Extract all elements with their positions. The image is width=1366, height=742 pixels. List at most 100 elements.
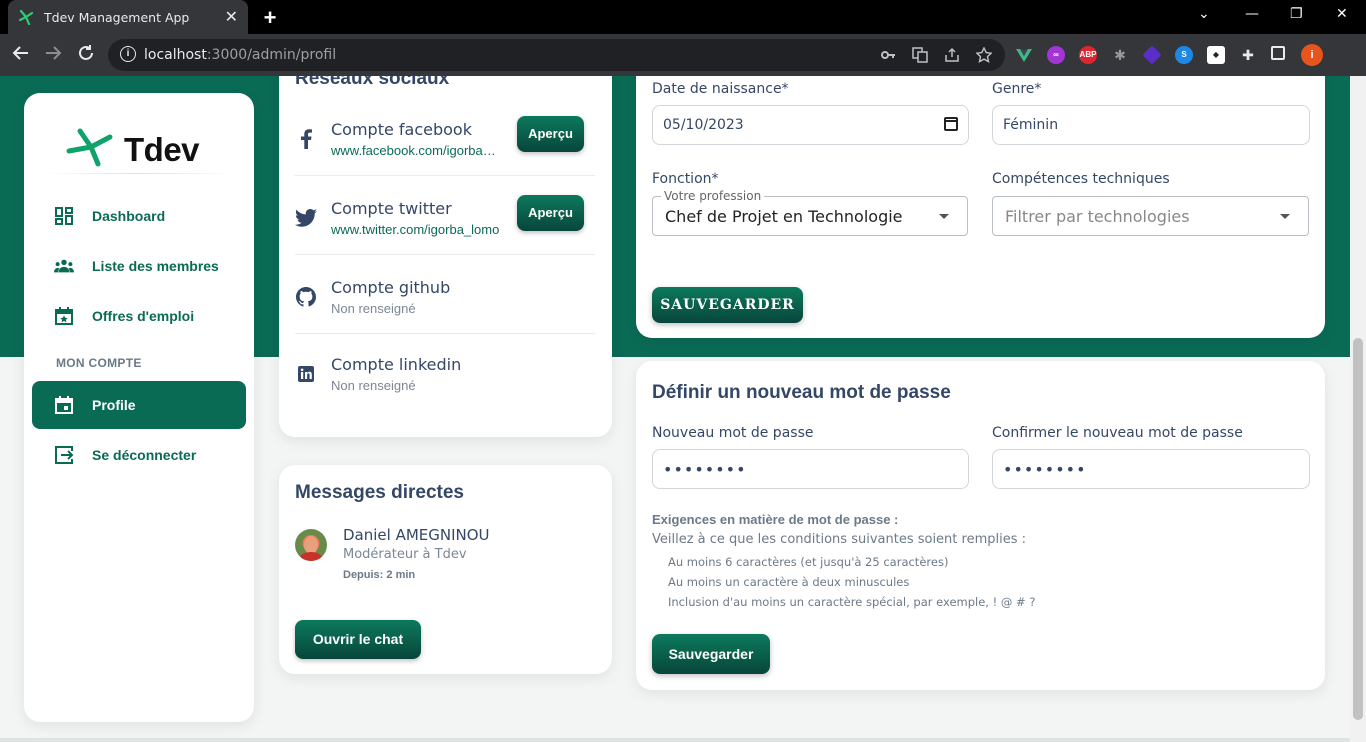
sidebar-item-label: Profile [92,397,136,413]
spider-icon[interactable]: ✱ [1111,46,1129,64]
social-link: Non renseigné [331,301,416,316]
sender-name: Daniel AMEGNINOU [343,526,490,544]
shazam-icon[interactable]: S [1175,46,1193,64]
sidebar-item-logout[interactable]: Se déconnecter [32,431,246,479]
bookmark-star-icon[interactable] [975,46,993,67]
address-bar[interactable]: i localhost:3000/admin/profil [108,39,1005,71]
translate-icon[interactable] [912,47,928,67]
row-divider [295,175,595,176]
page-viewport: Tdev Dashboard Liste des membres Offres … [0,76,1350,742]
social-link[interactable]: www.facebook.com/igorbadjibo [331,143,501,158]
chevron-down-icon [939,214,949,219]
skills-placeholder: Filtrer par technologies [1005,206,1190,226]
sidebar-item-label: Se déconnecter [92,447,197,463]
forward-icon[interactable] [44,44,62,67]
extension-purple-icon[interactable]: ∞ [1047,46,1065,64]
minimize-icon[interactable]: — [1245,6,1259,22]
side-panel-icon[interactable] [1271,46,1285,60]
reload-icon[interactable] [77,44,95,67]
extension-violet-icon[interactable] [1142,45,1162,65]
requirement-item: Au moins un caractère à deux minuscules [668,575,910,589]
browser-tab[interactable]: Tdev Management App ✕ [8,0,248,34]
function-select[interactable]: Votre profession Chef de Projet en Techn… [652,189,968,236]
browser-tabbar: Tdev Management App ✕ + ⌄ — ❐ ✕ [0,0,1366,34]
sidebar-item-label: Liste des membres [92,258,219,274]
function-value: Chef de Projet en Technologie [665,206,903,226]
tdev-logo-icon [66,127,116,172]
close-window-icon[interactable]: ✕ [1336,6,1348,22]
birthdate-field[interactable]: 05/10/2023 [652,105,969,145]
calendar-picker-icon[interactable] [944,117,958,131]
page-scrollbar[interactable] [1350,76,1366,742]
birthdate-value: 05/10/2023 [663,117,744,133]
skills-select[interactable]: Filtrer par technologies [992,196,1309,236]
requirement-item: Inclusion d'au moins un caractère spécia… [668,595,1036,609]
puzzle-icon[interactable]: ✚ [1239,46,1257,64]
requirements-title: Exigences en matière de mot de passe : [652,512,899,527]
requirement-item: Au moins 6 caractères (et jusqu'à 25 car… [668,555,949,569]
gender-value: Féminin [1003,117,1059,133]
sidebar-item-members[interactable]: Liste des membres [32,242,246,290]
adblock-plus-icon[interactable]: ABP [1079,46,1097,64]
new-password-field[interactable]: •••••••• [652,449,969,489]
sidebar-item-job-offers[interactable]: Offres d'emploi [32,292,246,340]
social-row-facebook: Compte facebook www.facebook.com/igorbad… [295,98,595,176]
confirm-password-value: •••••••• [1003,459,1087,479]
messages-title: Messages directes [295,482,464,503]
social-row-github: Compte github Non renseigné [295,256,595,334]
social-card-title: Réseaux sociaux [295,76,450,89]
requirements-subtitle: Veillez à ce que les conditions suivante… [652,532,1027,547]
gender-field[interactable]: Féminin [992,105,1310,145]
tab-close-icon[interactable]: ✕ [225,7,238,27]
profile-avatar-icon[interactable]: i [1301,44,1323,66]
scrollbar-thumb[interactable] [1353,338,1363,720]
new-password-label: Nouveau mot de passe [652,425,814,441]
save-password-button[interactable]: Sauvegarder [652,634,770,674]
save-profile-button[interactable]: SAUVEGARDER [652,287,803,323]
confirm-password-field[interactable]: •••••••• [992,449,1310,489]
sidebar-divider [44,173,234,174]
browser-toolbar: i localhost:3000/admin/profil ∞ ABP ✱ S … [0,34,1366,76]
github-icon [295,286,317,308]
site-info-icon[interactable]: i [120,46,136,62]
social-name: Compte facebook [331,120,472,139]
social-networks-card: Réseaux sociaux Compte facebook www.face… [279,76,612,437]
sidebar-item-profile[interactable]: Profile [32,381,246,429]
new-tab-button[interactable]: + [260,5,280,31]
preview-facebook-button[interactable]: Aperçu [517,116,584,152]
password-card: Définir un nouveau mot de passe Nouveau … [636,361,1325,690]
brand-logo[interactable]: Tdev [66,127,200,172]
password-key-icon[interactable] [880,47,896,67]
sidebar-item-label: Dashboard [92,208,166,224]
social-link: Non renseigné [331,378,416,393]
social-name: Compte linkedin [331,355,462,374]
bottom-strip [0,738,1350,742]
skills-label: Compétences techniques [992,171,1170,187]
facebook-icon [295,128,317,150]
url-text: localhost:3000/admin/profil [144,47,337,63]
linkedin-icon [295,363,317,385]
back-icon[interactable] [12,44,30,67]
open-chat-button[interactable]: Ouvrir le chat [295,620,421,659]
share-icon[interactable] [944,47,960,67]
preview-twitter-button[interactable]: Aperçu [517,195,584,231]
twitter-icon [295,207,317,229]
sidebar-item-dashboard[interactable]: Dashboard [32,192,246,240]
social-link[interactable]: www.twitter.com/igorba_lomo [331,222,501,237]
brand-name: Tdev [124,130,200,168]
extension-box-icon[interactable]: ◆ [1207,46,1225,64]
people-icon [54,256,74,276]
function-legend: Votre profession [661,189,765,203]
calendar-star-icon [54,306,74,326]
avatar [295,529,327,561]
gender-label: Genre* [992,81,1042,97]
calendar-icon [54,395,74,415]
tab-search-icon[interactable]: ⌄ [1198,6,1210,22]
message-time: Depuis: 2 min [343,569,416,581]
logout-icon [54,445,74,465]
new-password-value: •••••••• [663,459,747,479]
vue-devtools-icon[interactable] [1015,46,1033,64]
restore-icon[interactable]: ❐ [1290,6,1303,22]
function-label: Fonction* [652,171,719,187]
sidebar: Tdev Dashboard Liste des membres Offres … [24,93,254,722]
